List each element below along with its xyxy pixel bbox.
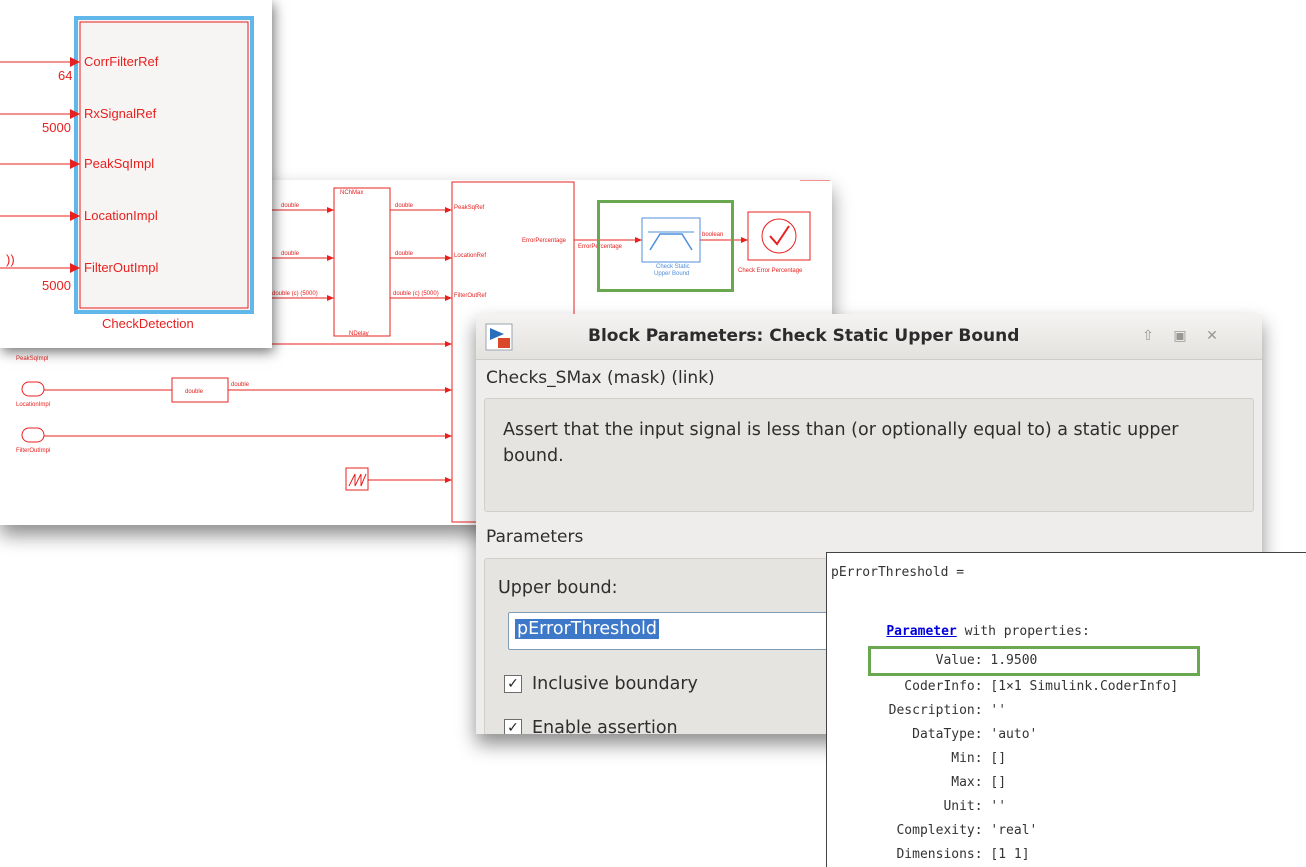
maximize-icon[interactable]: ▣	[1170, 326, 1190, 346]
left-fragment: ))	[6, 252, 15, 267]
signal-label: double	[281, 251, 300, 257]
parameter-link[interactable]: Parameter	[886, 624, 956, 639]
description-panel: Assert that the input signal is less tha…	[484, 398, 1254, 512]
source-label: PeakSqImpl	[16, 356, 48, 362]
signal-label: double	[395, 203, 414, 209]
checkbox[interactable]: ✓	[504, 675, 522, 693]
upper-bound-label: Upper bound:	[498, 578, 618, 598]
target-port-label: LocationRef	[454, 253, 486, 259]
check-detection-subsystem[interactable]: CorrFilterRef RxSignalRef PeakSqImpl Loc…	[0, 0, 272, 348]
subsystem-diagram: CorrFilterRef RxSignalRef PeakSqImpl Loc…	[0, 16, 254, 331]
property-row: Unit: ''	[873, 799, 1007, 814]
port-dimension: 64	[58, 68, 72, 83]
enable-assertion-checkbox[interactable]: ✓ Enable assertion	[504, 718, 678, 734]
shade-icon[interactable]: ⇧	[1138, 326, 1158, 346]
source-label: FilterOutImpl	[16, 448, 50, 454]
parameters-header: Parameters	[486, 527, 584, 547]
with-properties-text: with properties:	[956, 624, 1090, 639]
convert-block-label: double	[185, 389, 204, 395]
port-dimension: 5000	[42, 278, 71, 293]
signal-label: double (c) (5000)	[272, 291, 318, 297]
property-row: Min: []	[873, 751, 1007, 766]
subsystem-port: RxSignalRef	[84, 106, 157, 121]
property-row: DataType: 'auto'	[873, 727, 1038, 742]
property-row: Max: []	[873, 775, 1007, 790]
signal-label: double	[281, 203, 300, 209]
target-port-label: PeakSqRef	[454, 205, 485, 211]
inclusive-boundary-checkbox[interactable]: ✓ Inclusive boundary	[504, 674, 698, 694]
simulink-icon	[485, 323, 513, 351]
enable-assertion-label: Enable assertion	[532, 718, 678, 734]
subsystem-port: PeakSqImpl	[84, 156, 154, 171]
delay-in-title: NChMax	[340, 190, 363, 196]
port-dimension: 5000	[42, 120, 71, 135]
upper-bound-input[interactable]: pErrorThreshold	[508, 612, 838, 650]
block-type-label: Checks_SMax (mask) (link)	[486, 368, 715, 388]
block-description: Assert that the input signal is less tha…	[503, 420, 1179, 466]
variable-line: pErrorThreshold =	[831, 565, 965, 580]
subsystem-port: FilterOutImpl	[84, 260, 159, 275]
property-row: Complexity: 'real'	[873, 823, 1038, 838]
upper-bound-value: pErrorThreshold	[515, 619, 660, 639]
inclusive-boundary-label: Inclusive boundary	[532, 674, 698, 694]
close-icon[interactable]: ✕	[1202, 326, 1222, 346]
checkbox[interactable]: ✓	[504, 719, 522, 734]
dialog-titlebar[interactable]: Block Parameters: Check Static Upper Bou…	[476, 314, 1262, 360]
property-row: Dimensions: [1 1]	[873, 847, 1030, 862]
value-highlight	[868, 646, 1200, 676]
delay-block-label: NDelay	[349, 331, 369, 337]
property-row: CoderInfo: [1×1 Simulink.CoderInfo]	[873, 679, 1179, 694]
assert-block-label: Check Error Percentage	[738, 268, 803, 274]
check-static-highlight	[597, 200, 734, 292]
signal-label: double	[231, 382, 250, 388]
signal-label: double	[395, 251, 414, 257]
error-signal-label: ErrorPercentage	[522, 238, 567, 244]
property-row: Description: ''	[873, 703, 1007, 718]
signal-label: double (c) (5000)	[393, 291, 439, 297]
source-label: LocationImpl	[16, 402, 50, 408]
command-window[interactable]: pErrorThreshold = Parameter with propert…	[826, 552, 1306, 867]
dialog-title: Block Parameters: Check Static Upper Bou…	[588, 326, 1020, 346]
subsystem-name: CheckDetection	[102, 316, 194, 331]
subsystem-port: LocationImpl	[84, 208, 158, 223]
target-port-label: FilterOutRef	[454, 293, 487, 299]
subsystem-port: CorrFilterRef	[84, 54, 159, 69]
